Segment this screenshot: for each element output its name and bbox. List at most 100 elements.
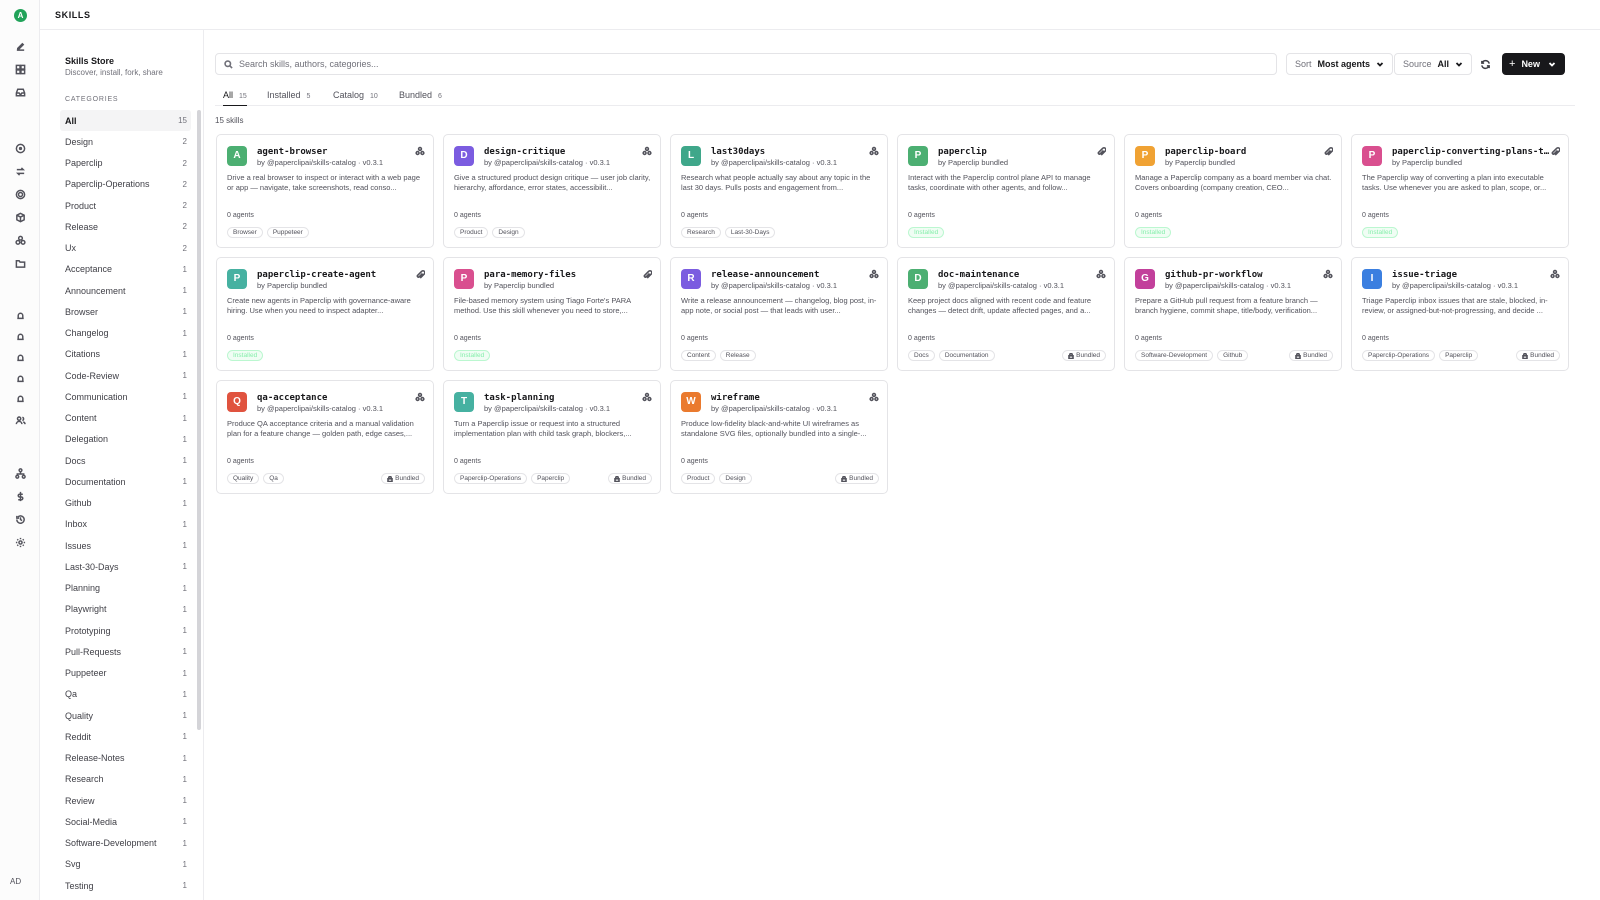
category-item-quality[interactable]: Quality 1 [60, 705, 191, 726]
page-title: SKILLS [55, 10, 91, 20]
skill-card[interactable]: Iissue-triage by @paperclipai/skills-cata… [1351, 257, 1569, 371]
skill-card[interactable]: Ttask-planning by @paperclipai/skills-cat… [443, 380, 661, 494]
category-count: 1 [182, 286, 187, 296]
skill-card[interactable]: Wwireframe by @paperclipai/skills-catalog… [670, 380, 888, 494]
category-item-announcement[interactable]: Announcement 1 [60, 280, 191, 301]
goals-icon[interactable] [13, 187, 27, 201]
category-item-software-development[interactable]: Software-Development 1 [60, 833, 191, 854]
agent-icon-5[interactable] [13, 392, 27, 406]
tab-label: All [223, 90, 234, 100]
category-item-all[interactable]: All 15 [60, 110, 191, 132]
category-item-last-30-days[interactable]: Last-30-Days 1 [60, 556, 191, 577]
skill-card[interactable]: Qqa-acceptance by @paperclipai/skills-cat… [216, 380, 434, 494]
refresh-button[interactable] [1476, 55, 1494, 73]
category-item-release-notes[interactable]: Release-Notes 1 [60, 748, 191, 769]
category-item-social-media[interactable]: Social-Media 1 [60, 811, 191, 832]
category-scrollbar[interactable] [197, 110, 201, 730]
inbox-icon[interactable] [13, 85, 27, 99]
category-count: 1 [182, 498, 187, 508]
agent-icon-3[interactable] [13, 351, 27, 365]
category-item-issues[interactable]: Issues 1 [60, 535, 191, 556]
tab-bundled[interactable]: Bundled 6 [399, 90, 442, 106]
lock-icon [1295, 352, 1301, 359]
search-input[interactable] [239, 59, 1239, 69]
skill-card[interactable]: Ppara-memory-files by Paperclip bundled Fi… [443, 257, 661, 371]
category-item-release[interactable]: Release 2 [60, 216, 191, 237]
skill-card[interactable]: Ppaperclip by Paperclip bundled Interact w… [897, 134, 1115, 248]
skill-card[interactable]: Llast30days by @paperclipai/skills-catalo… [670, 134, 888, 248]
category-item-content[interactable]: Content 1 [60, 408, 191, 429]
search-box[interactable] [215, 53, 1277, 75]
costs-icon[interactable] [13, 489, 27, 503]
category-item-qa[interactable]: Qa 1 [60, 684, 191, 705]
bundled-label: Bundled [622, 475, 646, 482]
skill-card[interactable]: Ppaperclip-create-agent by Paperclip bund… [216, 257, 434, 371]
category-item-research[interactable]: Research 1 [60, 769, 191, 790]
category-item-ux[interactable]: Ux 2 [60, 238, 191, 259]
category-item-pull-requests[interactable]: Pull-Requests 1 [60, 641, 191, 662]
category-item-reddit[interactable]: Reddit 1 [60, 726, 191, 747]
tab-all[interactable]: All 15 [223, 90, 247, 106]
dashboard-icon[interactable] [13, 62, 27, 76]
category-count: 1 [182, 732, 187, 742]
org-chart-icon[interactable] [13, 466, 27, 480]
new-issue-icon[interactable] [13, 39, 27, 53]
category-item-github[interactable]: Github 1 [60, 493, 191, 514]
team-icon[interactable] [13, 413, 27, 427]
category-item-playwright[interactable]: Playwright 1 [60, 599, 191, 620]
workspace-avatar[interactable]: A [14, 9, 27, 22]
issues-icon[interactable] [13, 141, 27, 155]
agent-icon-1[interactable] [13, 309, 27, 323]
category-item-review[interactable]: Review 1 [60, 790, 191, 811]
skill-tag: Puppeteer [266, 227, 309, 238]
new-skill-button[interactable]: + New [1502, 53, 1565, 75]
user-avatar[interactable]: AD [10, 877, 21, 886]
category-item-citations[interactable]: Citations 1 [60, 344, 191, 365]
category-item-changelog[interactable]: Changelog 1 [60, 323, 191, 344]
category-item-delegation[interactable]: Delegation 1 [60, 429, 191, 450]
category-item-product[interactable]: Product 2 [60, 195, 191, 216]
skill-card[interactable]: Ggithub-pr-workflow by @paperclipai/skill… [1124, 257, 1342, 371]
skill-card[interactable]: Ppaperclip-board by Paperclip bundled Mana… [1124, 134, 1342, 248]
activity-history-icon[interactable] [13, 512, 27, 526]
skill-author: by Paperclip bundled [484, 281, 555, 290]
category-item-testing[interactable]: Testing 1 [60, 875, 191, 896]
skills-icon[interactable] [13, 233, 27, 247]
category-item-documentation[interactable]: Documentation 1 [60, 471, 191, 492]
source-dropdown[interactable]: Source All [1394, 53, 1473, 75]
category-item-communication[interactable]: Communication 1 [60, 386, 191, 407]
skill-card[interactable]: Rrelease-announcement by @paperclipai/ski… [670, 257, 888, 371]
category-item-design[interactable]: Design 2 [60, 131, 191, 152]
skill-card[interactable]: Ppaperclip-converting-plans-to-tasksby P… [1351, 134, 1569, 248]
category-item-paperclip[interactable]: Paperclip 2 [60, 153, 191, 174]
skill-card[interactable]: Ddoc-maintenance by @paperclipai/skills-c… [897, 257, 1115, 371]
category-item-paperclip-operations[interactable]: Paperclip-Operations 2 [60, 174, 191, 195]
category-item-acceptance[interactable]: Acceptance 1 [60, 259, 191, 280]
category-count: 1 [182, 349, 187, 359]
skill-name: qa-acceptance [257, 393, 328, 403]
agent-icon-4[interactable] [13, 372, 27, 386]
categories-heading: CATEGORIES [65, 96, 119, 103]
settings-gear-icon[interactable] [13, 535, 27, 549]
category-item-puppeteer[interactable]: Puppeteer 1 [60, 663, 191, 684]
skill-avatar: T [454, 392, 474, 412]
folder-icon[interactable] [13, 256, 27, 270]
skill-name: task-planning [484, 393, 555, 403]
category-item-inbox[interactable]: Inbox 1 [60, 514, 191, 535]
category-item-prototyping[interactable]: Prototyping 1 [60, 620, 191, 641]
category-item-docs[interactable]: Docs 1 [60, 450, 191, 471]
category-item-code-review[interactable]: Code-Review 1 [60, 365, 191, 386]
skill-description: The Paperclip way of converting a plan i… [1362, 173, 1547, 192]
routines-icon[interactable] [13, 164, 27, 178]
skill-card[interactable]: Aagent-browser by @paperclipai/skills-cat… [216, 134, 434, 248]
skill-author: by Paperclip bundled [938, 158, 1009, 167]
projects-icon[interactable] [13, 210, 27, 224]
category-item-planning[interactable]: Planning 1 [60, 578, 191, 599]
category-item-svg[interactable]: Svg 1 [60, 854, 191, 875]
tab-catalog[interactable]: Catalog 10 [333, 90, 378, 106]
skill-card[interactable]: Ddesign-critique by @paperclipai/skills-c… [443, 134, 661, 248]
category-item-browser[interactable]: Browser 1 [60, 301, 191, 322]
agent-icon-2[interactable] [13, 330, 27, 344]
tab-installed[interactable]: Installed 5 [267, 90, 310, 106]
sort-dropdown[interactable]: Sort Most agents [1286, 53, 1394, 75]
